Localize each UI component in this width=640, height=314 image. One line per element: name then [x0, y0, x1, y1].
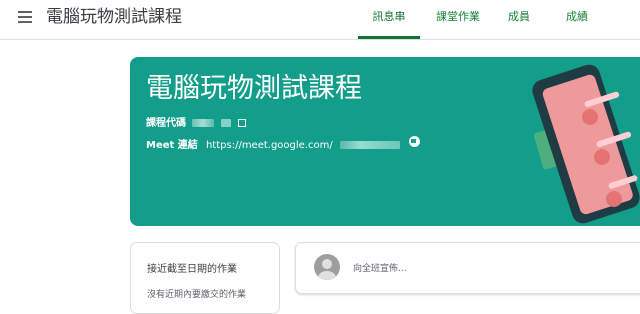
menu-icon[interactable]: [18, 11, 32, 23]
tab-people-label: 成員: [508, 10, 530, 23]
class-title: 電腦玩物測試課程: [146, 73, 362, 104]
tab-grades-label: 成績: [566, 10, 588, 23]
top-app-bar: 電腦玩物測試課程 訊息串 課堂作業 成員 成績: [0, 0, 640, 40]
meet-link-row: Meet 連結 https://meet.google.com/: [146, 136, 400, 151]
tab-people[interactable]: 成員: [506, 0, 532, 39]
announce-placeholder[interactable]: 向全班宣佈...: [353, 261, 407, 274]
class-code-redacted-2: [221, 119, 232, 127]
announce-box[interactable]: 向全班宣佈...: [295, 242, 640, 294]
phone-illustration: [532, 64, 640, 224]
tab-grades[interactable]: 成績: [564, 0, 590, 39]
meet-link-redacted: [339, 141, 400, 149]
class-code-label: 課程代碼: [146, 118, 186, 129]
class-banner: 電腦玩物測試課程 課程代碼 Meet 連結 https://meet.googl…: [130, 57, 640, 226]
tab-classwork-label: 課堂作業: [436, 10, 480, 23]
tab-classwork[interactable]: 課堂作業: [436, 0, 480, 39]
active-tab-indicator: [358, 36, 420, 39]
class-code-row: 課程代碼: [146, 114, 246, 129]
avatar: [314, 254, 340, 280]
page-title: 電腦玩物測試課程: [46, 7, 182, 27]
meet-link[interactable]: https://meet.google.com/: [206, 140, 333, 151]
upcoming-work-empty: 沒有近期內要繳交的作業: [147, 290, 247, 300]
meet-label: Meet 連結: [146, 140, 198, 151]
upcoming-work-card: 接近截至日期的作業 沒有近期內要繳交的作業: [130, 242, 280, 314]
upcoming-work-title: 接近截至日期的作業: [147, 264, 237, 275]
fullscreen-icon[interactable]: [237, 119, 246, 127]
video-icon[interactable]: [409, 136, 420, 147]
tab-stream[interactable]: 訊息串: [358, 0, 420, 39]
class-code-redacted: [192, 119, 215, 127]
tab-stream-label: 訊息串: [372, 10, 406, 23]
